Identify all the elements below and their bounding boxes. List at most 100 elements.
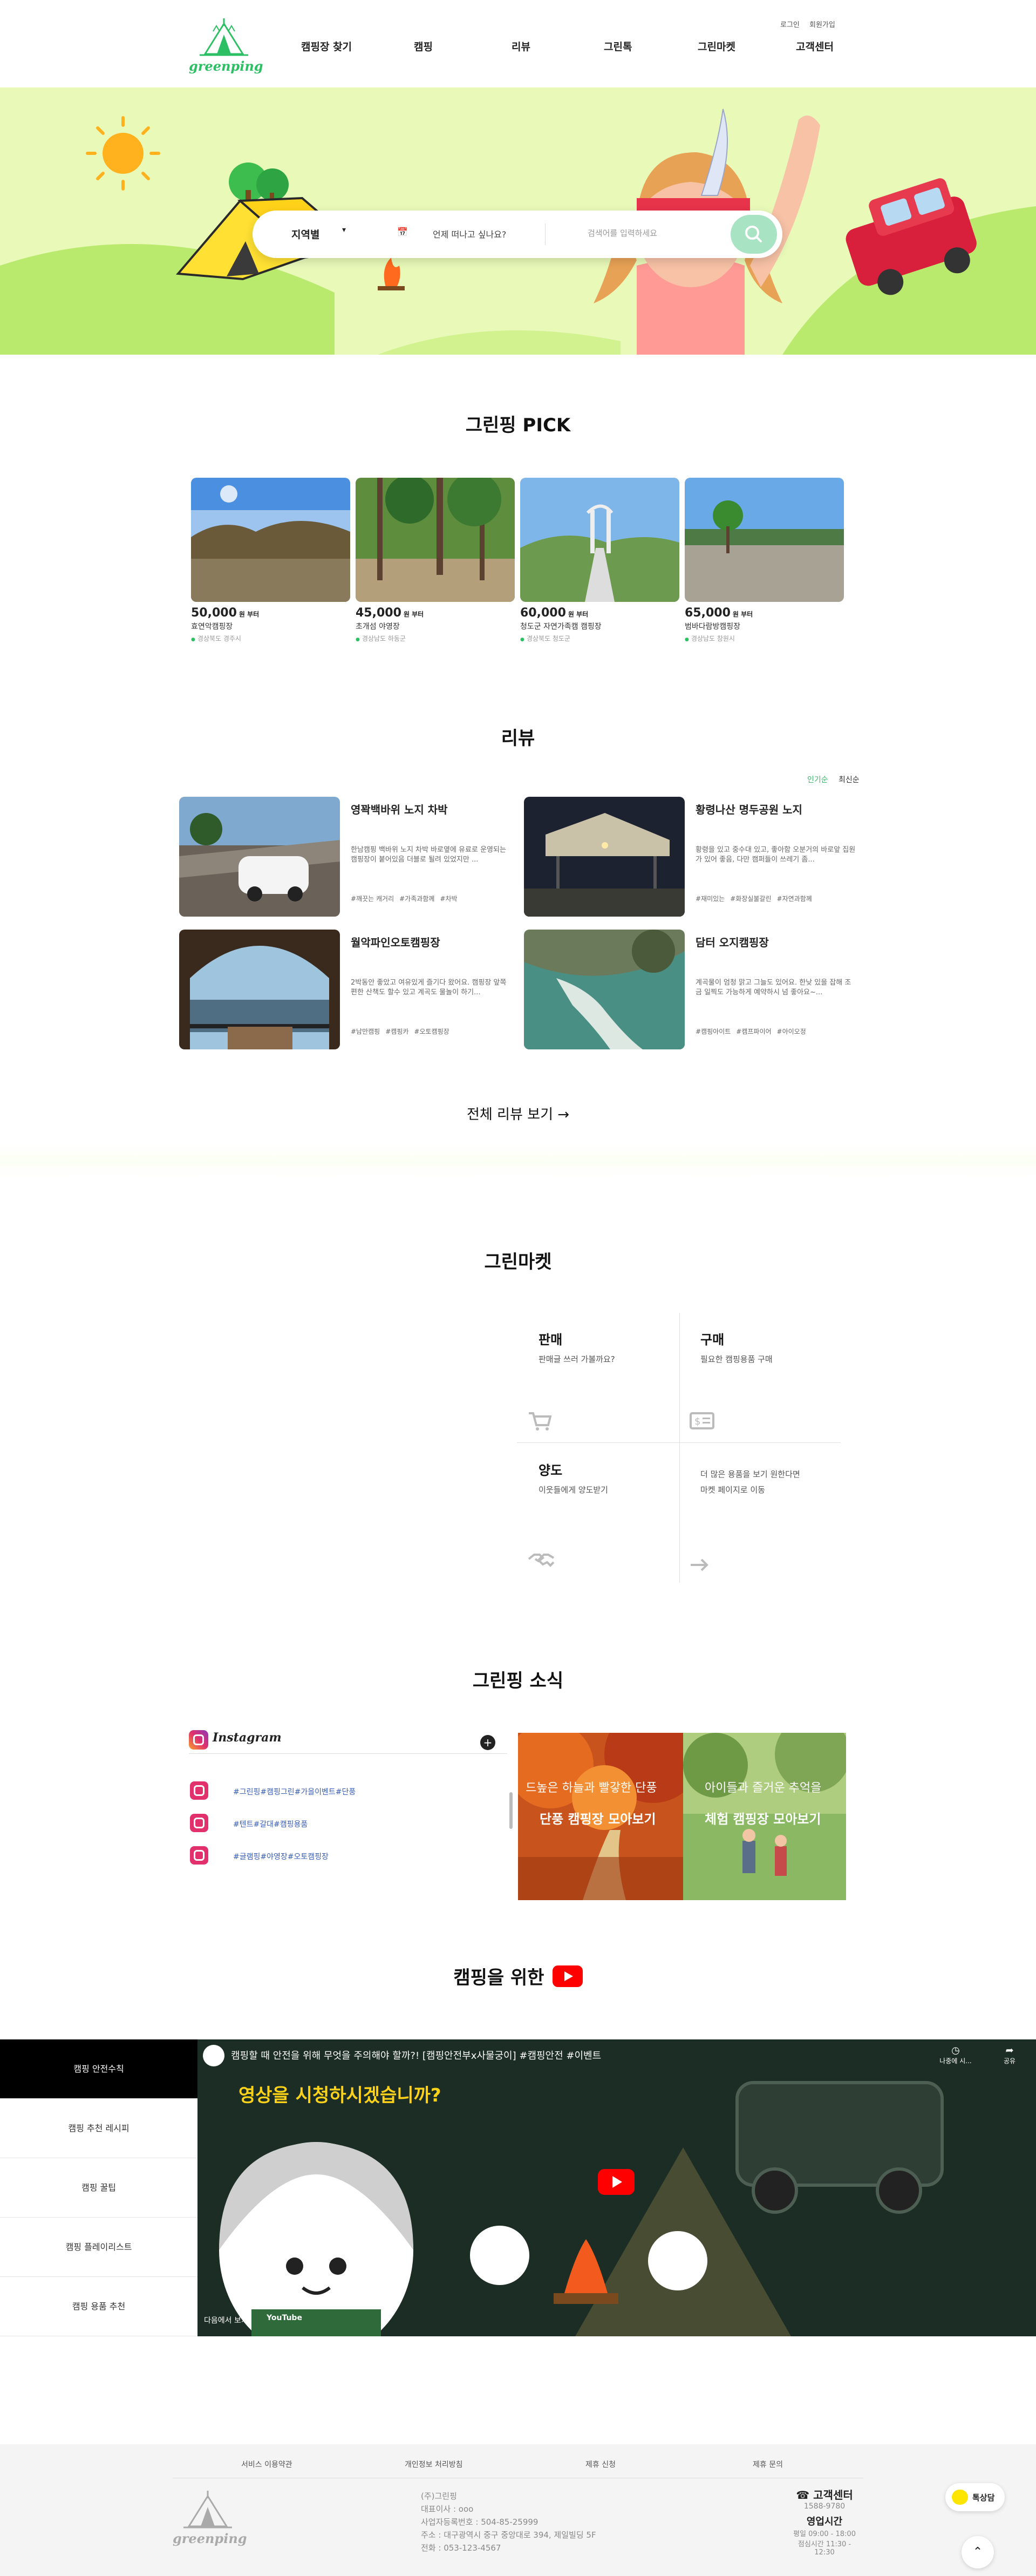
insta-scrollbar[interactable] [509,1792,513,1829]
pick-location: 경상북도 청도군 [520,634,679,643]
sidebar-gear[interactable]: 캠핑 용품 추천 [0,2277,197,2336]
review-title: 리뷰 [501,728,535,749]
signup-link[interactable]: 회원가입 [809,19,835,29]
clock-icon: ◷ [951,2045,960,2056]
pick-name: 범바다람방캠핑장 [685,622,741,631]
footer-partner-apply[interactable]: 제휴 신청 [585,2459,616,2470]
video-player[interactable]: 캠핑할 때 안전을 위해 무엇을 주의해야 할까?! [캠핑안전부x사물궁이] … [197,2039,1036,2336]
review-title-text: 영꽉백바위 노지 차박 [351,803,448,816]
login-link[interactable]: 로그인 [780,19,800,29]
nav-review[interactable]: 리뷰 [512,39,530,53]
play-button[interactable] [598,2169,635,2195]
review-title-text: 황령나산 명두공원 노지 [696,803,802,816]
video-section-title: 캠핑을 위한 [453,1967,544,1989]
nav-camp-search[interactable]: 캠핑장 찾기 [301,39,352,53]
chevron-down-icon[interactable]: ▾ [342,226,346,234]
kakao-chat-button[interactable]: 톡상담 [945,2483,1005,2511]
pick-price: 65,000 원 부터 [685,606,753,620]
headset-icon: ☎ [796,2489,810,2502]
market-sell[interactable]: 판매 판매글 쓰러 가볼까요? [539,1329,615,1365]
review-title-text: 월악파인오토캠핑장 [351,936,440,949]
pick-price: 45,000 원 부터 [356,606,424,620]
pick-card[interactable]: 45,000원 부터 초개섬 야영장 경상남도 하동군 [356,478,515,645]
logo[interactable]: greenping [189,16,263,76]
share-icon: ➦ [1005,2045,1014,2056]
review-tags: #캠핑아이트 #캠프파이어 #아이오정 [696,1028,806,1035]
pick-image [685,478,844,602]
insta-tag[interactable]: #그린핑#캠핑그린#가을이벤트#단풍 [233,1786,356,1797]
share-button[interactable]: ➦ 공유 [996,2045,1023,2065]
date-input[interactable]: 언제 떠나고 싶나요? [433,227,506,240]
insta-tag[interactable]: #텐트#갈대#캠핑용품 [233,1819,308,1829]
all-reviews-link[interactable]: 전체 리뷰 보기 → [0,1103,1036,1123]
market-buy[interactable]: 구매 필요한 캠핑용품 구매 [700,1329,773,1365]
keyword-input[interactable]: 검색어를 입력하세요 [588,227,657,239]
sort-latest[interactable]: 최신순 [839,774,860,785]
channel-avatar[interactable] [203,2045,224,2066]
market-more[interactable]: 더 많은 용품을 보기 원한다면 마켓 페이지로 이동 [700,1468,800,1495]
footer-bizno: 사업자등록번호 : 504-85-25999 [421,2517,539,2527]
scroll-top-button[interactable]: ⌃ [962,2536,994,2568]
nav-greentalk[interactable]: 그린톡 [604,39,632,53]
play-icon [612,2176,622,2188]
review-tags: #남만캠핑 #캠핑카 #오토캠핑장 [351,1028,449,1035]
review-card[interactable]: 월악파인오토캠핑장 2박동안 좋았고 여유있게 즐기다 왔어요. 캠핑장 앞쪽 … [179,930,514,1049]
site-footer: 서비스 이용약관 개인정보 처리방침 제휴 신청 제휴 문의 greenping… [0,2444,1036,2576]
pick-card[interactable]: 50,000원 부터 효연악캠핑장 경상북도 경주시 [191,478,350,645]
video-title[interactable]: 캠핑할 때 안전을 위해 무엇을 주의해야 할까?! [캠핑안전부x사물궁이] … [231,2048,601,2062]
pick-price: 60,000 원 부터 [520,606,589,620]
region-select[interactable]: 지역별 [291,227,319,241]
insta-tag[interactable]: #글램핑#야영장#오토캠핑장 [233,1851,329,1862]
pick-location: 경상남도 하동군 [356,634,515,643]
instagram-label: Instagram [213,1731,282,1745]
market-give[interactable]: 양도 이웃들에게 양도받기 [539,1460,608,1495]
pick-name: 청도군 자연가족캠 캠핑장 [520,622,602,631]
review-desc: 계곡물이 엄청 맑고 그늘도 있어요. 한낮 있을 잡해 조금 일찍도 가능하게… [696,979,851,996]
plus-icon[interactable]: + [480,1735,495,1750]
chat-bubble-icon [952,2490,968,2505]
sidebar-recipe[interactable]: 캠핑 추천 레시피 [0,2099,197,2158]
review-card[interactable]: 담터 오지캠핑장 계곡물이 엄청 맑고 그늘도 있어요. 한낮 있을 잡해 조금… [524,930,858,1049]
sidebar-safety[interactable]: 캠핑 안전수칙 [0,2039,197,2099]
footer-privacy[interactable]: 개인정보 처리방침 [405,2459,463,2470]
search-button[interactable] [731,215,777,254]
tent-logo-icon [200,18,248,56]
pick-card[interactable]: 65,000원 부터 범바다람방캠핑장 경상남도 창원시 [685,478,844,645]
review-desc: 한남캠핑 백바위 노지 차박 바로옆에 유료로 운영되는 캠핑장이 붙어있음 더… [351,846,506,864]
instagram-icon [190,1814,208,1832]
footer-partner-inquiry[interactable]: 제휴 문의 [753,2459,783,2470]
footer-terms[interactable]: 서비스 이용약관 [241,2459,292,2470]
instagram-icon [189,1730,208,1750]
arrow-right-icon[interactable] [689,1557,710,1575]
review-image [179,797,340,917]
site-header: greenping 로그인 회원가입 캠핑장 찾기 캠핑 리뷰 그린톡 그린마켓… [0,0,1036,87]
cart-icon [528,1411,552,1434]
tent-logo-icon [183,2491,232,2528]
chevron-up-icon: ⌃ [972,2545,983,2559]
sidebar-tips[interactable]: 캠핑 꿀팁 [0,2158,197,2218]
pick-card[interactable]: 60,000원 부터 청도군 자연가족캠 캠핑장 경상북도 청도군 [520,478,679,645]
review-image [524,797,685,917]
sidebar-playlist[interactable]: 캠핑 플레이리스트 [0,2218,197,2277]
pick-location: 경상북도 경주시 [191,634,350,643]
review-image [524,930,685,1049]
market-vline [679,1313,680,1583]
banner-autumn[interactable]: 드높은 하늘과 빨갛한 단풍 단풍 캠핑장 모아보기 [518,1733,683,1900]
banner-experience[interactable]: 아이들과 즐거운 추억을 체험 캠핑장 모아보기 [683,1733,846,1900]
nav-greenmarket[interactable]: 그린마켓 [698,39,735,53]
svg-text:$: $ [694,1416,700,1427]
pick-title: 그린핑 PICK [465,415,571,436]
review-title-text: 담터 오지캠핑장 [696,936,769,949]
footer-logo[interactable]: greenping [173,2489,247,2548]
watch-later-button[interactable]: ◷ 나중에 시... [937,2045,974,2065]
pick-image [520,478,679,602]
nav-customer-center[interactable]: 고객센터 [796,39,834,53]
nav-camping[interactable]: 캠핑 [414,39,433,53]
sort-popular[interactable]: 인기순 [807,774,828,785]
handshake-icon [528,1549,555,1573]
review-card[interactable]: 황령나산 명두공원 노지 황령을 있고 중수대 있고, 좋아함 오분거의 바로앞… [524,797,858,917]
calendar-icon[interactable]: 📅 [397,227,408,237]
instagram-icon [190,1781,208,1800]
review-card[interactable]: 영꽉백바위 노지 차박 한남캠핑 백바위 노지 차박 바로옆에 유료로 운영되는… [179,797,514,917]
youtube-link[interactable]: YouTube [267,2314,302,2322]
